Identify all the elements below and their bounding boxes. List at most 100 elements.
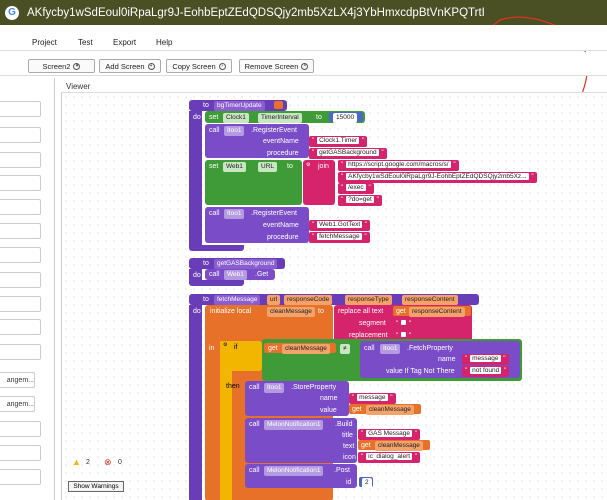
string-field[interactable]: ?do=get [346,196,374,203]
left-panel-item[interactable] [0,199,41,215]
string-field[interactable]: message [470,355,501,362]
component-dropdown[interactable]: MelonNotification1 [264,466,324,476]
string-field[interactable]: fetchMessage [317,233,362,240]
copy-screen-button[interactable]: Copy Screen › [166,59,232,73]
get-label: get [352,406,362,413]
variable-dropdown[interactable]: cleanMessage [366,405,414,415]
arg-id-label: id [346,479,352,486]
component-dropdown[interactable]: Clock1 [223,113,249,123]
string-block[interactable]: " fetchMessage " [309,232,370,243]
string-field[interactable]: GAS Message [366,430,413,437]
procedure-name-field[interactable]: getGASBackground [214,259,278,269]
number-field[interactable]: 2 [362,478,372,488]
add-screen-label: Add Screen [105,61,145,71]
property-dropdown[interactable]: URL [258,162,278,172]
procedure-name-field[interactable]: fetchMessage [214,295,261,305]
gear-icon[interactable]: ⚙ [223,343,227,348]
string-block[interactable]: " message " [462,354,509,365]
menu-export[interactable]: Export [113,38,136,47]
left-panel-item[interactable] [0,247,41,263]
remove-screen-button[interactable]: Remove Screen × [239,59,314,73]
component-dropdown[interactable]: Web1 [224,270,247,280]
string-field[interactable]: https://script.google.com/macros/s/ [346,161,451,168]
arg-name-label: name [320,395,338,402]
show-warnings-button[interactable]: Show Warnings [68,481,124,492]
string-block[interactable]: " not found " [462,366,510,377]
string-block[interactable]: " ?do=get " [338,195,382,206]
string-block[interactable]: " AKfycby1wSdEoul0iRpaLgr9J-EohbEptZEdQD… [338,172,537,183]
param-url[interactable]: url [267,295,281,305]
variable-dropdown[interactable]: cleanMessage [375,441,423,451]
component-dropdown[interactable]: Itoo1 [224,209,245,219]
left-panel-item[interactable] [0,445,41,461]
left-panel-item[interactable] [0,223,41,239]
if-label: if [234,344,238,351]
proc-do-label: do [193,308,201,315]
param-response-code[interactable]: responseCode [284,295,333,305]
menu-test[interactable]: Test [78,38,93,47]
string-block[interactable]: " getGASBackground " [309,148,387,159]
left-panel-item[interactable]: angem... [0,372,35,388]
string-block[interactable]: " ic_dialog_alert " [358,452,421,463]
left-panel-item[interactable]: angem... [0,396,35,412]
string-field[interactable]: Clock1.Timer [317,137,360,144]
string-field[interactable]: ic_dialog_alert [366,453,413,460]
procedure-name-field[interactable]: bgTimerUpdate [214,101,265,111]
left-panel-item[interactable] [0,469,41,485]
component-dropdown[interactable]: MelonNotification1 [264,420,324,430]
left-panel-item[interactable] [0,175,41,191]
menu-project[interactable]: Project [32,38,57,47]
string-block[interactable]: " " [393,330,415,339]
component-dropdown[interactable]: Itoo1 [380,344,401,354]
param-response-content[interactable]: responseContent [402,295,458,305]
left-panel-item[interactable] [0,421,41,437]
warning-count: 2 [86,459,90,466]
string-field[interactable]: Web1.GotText [317,221,363,228]
component-dropdown[interactable]: Itoo1 [264,383,285,393]
left-panel-item[interactable] [0,101,41,117]
init-label: initialize local [210,308,252,315]
number-field[interactable]: 15000 [333,113,358,123]
string-field[interactable]: message [357,394,388,401]
string-block[interactable]: " /exec " [338,183,374,194]
param-response-type[interactable]: responseType [345,295,392,305]
string-field[interactable] [401,332,407,337]
left-panel-item[interactable] [0,319,41,335]
variable-dropdown[interactable]: responseContent [409,307,465,317]
component-dropdown[interactable]: Itoo1 [224,126,245,136]
left-panel-item[interactable] [0,127,41,143]
left-panel-item[interactable] [0,272,41,288]
string-block[interactable]: " Clock1.Timer " [309,136,368,147]
screen-select-button[interactable]: Screen2 ▾ [28,59,95,73]
string-block[interactable]: " " [393,318,415,327]
left-panel-item[interactable] [0,152,41,168]
string-block[interactable]: " message " [349,393,396,404]
plus-icon: + [147,62,155,70]
replacement-label: replacement [349,332,388,339]
component-dropdown[interactable]: Web1 [223,162,246,172]
compare-op-dropdown[interactable]: ≠ [340,344,350,354]
left-panel-item[interactable] [0,344,41,360]
gear-icon[interactable]: ⚙ [306,163,310,168]
arg-eventname-label: eventName [263,222,299,229]
mutator-icon[interactable] [274,101,283,109]
string-field[interactable]: not found [470,367,502,374]
string-field[interactable]: /exec [346,184,366,191]
string-field[interactable]: getGASBackground [317,149,379,156]
string-block[interactable]: " Web1.GotText " [309,220,371,231]
error-icon: ⊗ [104,457,112,467]
add-screen-button[interactable]: Add Screen + [99,59,161,73]
string-field[interactable] [401,320,407,325]
blocks-workspace[interactable]: to bgTimerUpdate do set Clock1 TimerInte… [61,92,607,500]
menu-bar: Project Test Export Help [0,25,607,51]
property-dropdown[interactable]: TimerInterval [258,113,302,123]
call-label: call [209,210,220,217]
variable-dropdown[interactable]: cleanMessage [282,344,330,354]
menu-help[interactable]: Help [156,38,172,47]
string-block[interactable]: " GAS Message " [358,429,421,440]
left-panel-item[interactable] [0,296,41,312]
procedure-body-rail [189,111,202,248]
string-block[interactable]: " https://script.google.com/macros/s/ " [338,160,459,171]
variable-name-field[interactable]: cleanMessage [267,307,315,317]
string-field[interactable]: AKfycby1wSdEoul0iRpaLgr9J-EohbEptZEdQDSQ… [346,173,529,180]
